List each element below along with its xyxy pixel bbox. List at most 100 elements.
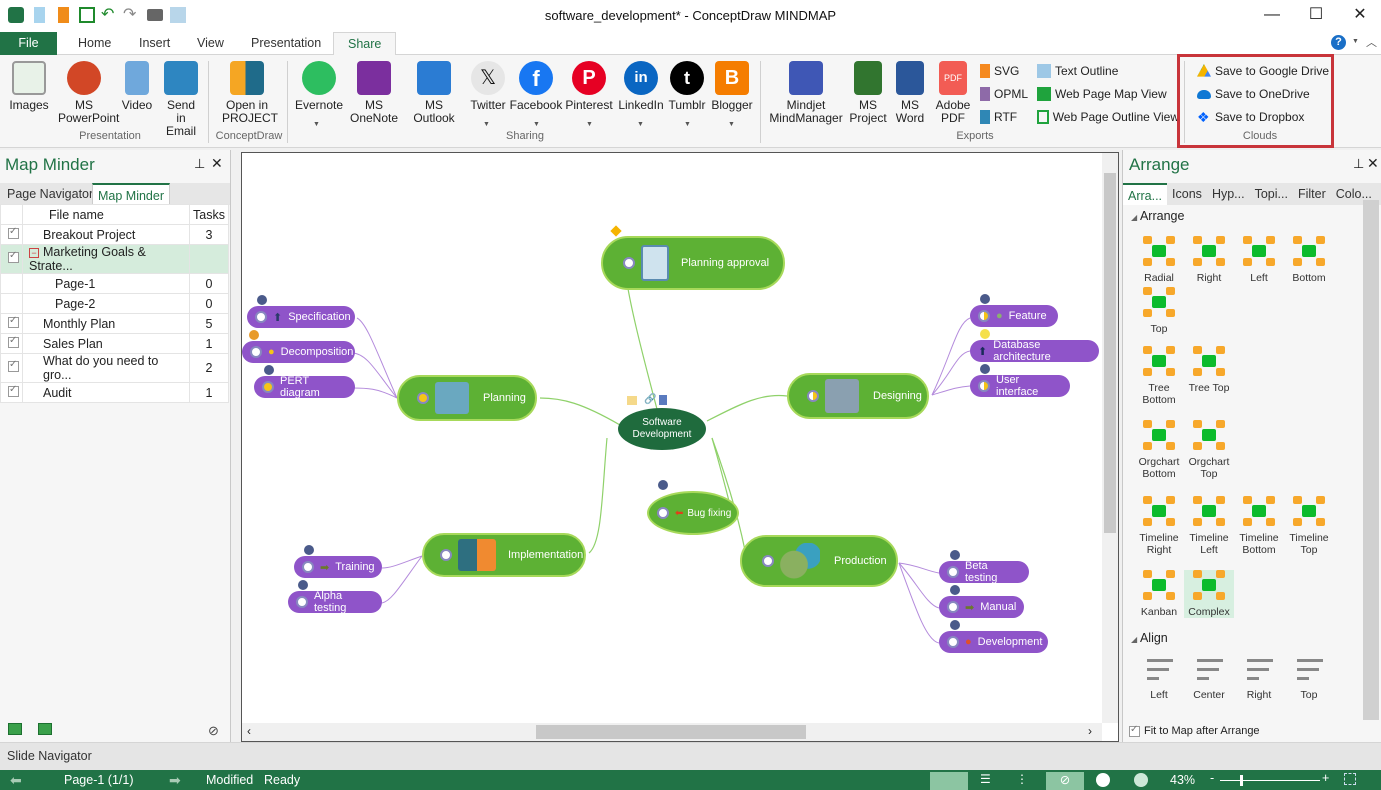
dropdown-icon[interactable]: ▼ [684,121,691,128]
pin-icon[interactable]: ⊥ [194,156,205,172]
fit-to-map-checkbox[interactable]: Fit to Map after Arrange [1129,724,1260,737]
arrange-tree-top[interactable]: Tree Top [1184,346,1234,394]
collapse-ribbon-icon[interactable]: ︿ [1366,34,1377,50]
hide-view-button[interactable]: ⊘ [1046,772,1084,790]
scroll-thumb[interactable] [1104,173,1116,533]
topic-bug-fixing[interactable]: ⬅ Bug fixing [647,491,739,535]
dropdown-icon[interactable]: ▼ [313,121,320,128]
pinterest-button[interactable]: P Pinterest [564,61,614,112]
mindmap-canvas[interactable]: Software Development 🔗 Planning approval… [241,152,1119,742]
arrange-kanban[interactable]: Kanban [1134,570,1184,618]
theme-icon[interactable] [1134,773,1148,787]
hide-icon[interactable]: ⊘ [208,723,219,739]
arrange-radial[interactable]: Radial [1134,236,1184,284]
tab-home[interactable]: Home [64,32,125,55]
scroll-thumb[interactable] [536,725,806,739]
subtopic-decomposition[interactable]: ● Decomposition [242,341,355,363]
subtopic-training[interactable]: ➡ Training [294,556,382,578]
tab-hyperlinks[interactable]: Hyp... [1207,183,1250,205]
row-checkbox[interactable] [8,315,19,328]
facebook-button[interactable]: f Facebook [509,61,563,112]
outlook-button[interactable]: MS Outlook [406,61,462,125]
powerpoint-button[interactable]: MS PowerPoint [52,61,119,125]
text-outline-button[interactable]: Text Outline [1037,61,1118,81]
zoom-out-button[interactable]: - [1210,771,1214,785]
table-row[interactable]: Sales Plan 1 [0,333,229,354]
table-row[interactable]: Page-2 0 [0,293,229,314]
tab-share[interactable]: Share [333,32,397,56]
subtopic-specification[interactable]: ⬆ Specification [247,306,355,328]
adobe-pdf-button[interactable]: PDF Adobe PDF [932,61,974,125]
horizontal-scrollbar[interactable]: ‹ › [242,723,1102,741]
table-row[interactable]: Breakout Project 3 [0,224,229,245]
svg-button[interactable]: SVG [980,61,1019,81]
web-outline-button[interactable]: Web Page Outline View [1037,107,1179,127]
collapse-icon[interactable]: − [29,248,39,258]
arrange-orgchart-bottom[interactable]: Orgchart Bottom [1134,420,1184,480]
tab-icons[interactable]: Icons [1167,183,1207,205]
arrange-top[interactable]: Top [1134,287,1184,335]
arrange-right[interactable]: Right [1184,236,1234,284]
remove-map-icon[interactable] [38,723,52,735]
tumblr-button[interactable]: t Tumblr [667,61,707,112]
row-checkbox[interactable] [8,250,19,263]
outline-view-icon[interactable]: ☰ [980,772,991,786]
vertical-scrollbar[interactable] [1102,153,1118,723]
topic-planning[interactable]: Planning [397,375,537,421]
align-center[interactable]: Center [1184,655,1234,701]
tab-arrange[interactable]: Arra... [1123,183,1168,205]
zoom-slider-thumb[interactable] [1240,775,1243,786]
tab-page-navigator[interactable]: Page Navigator [2,183,98,205]
row-checkbox[interactable] [8,335,19,348]
mindmap-view-button[interactable] [930,772,968,790]
zoom-in-button[interactable]: + [1322,771,1329,785]
column-tasks[interactable]: Tasks [189,204,229,225]
send-email-button[interactable]: Send in Email [158,61,204,138]
subtopic-user-interface[interactable]: User interface [970,374,1070,398]
ms-project-button[interactable]: MS Project [848,61,888,125]
fit-zoom-icon[interactable] [1344,773,1356,785]
play-icon[interactable] [1096,773,1110,787]
close-panel-icon[interactable]: ✕ [1367,155,1379,172]
dropdown-icon[interactable]: ▼ [586,121,593,128]
twitter-button[interactable]: 𝕏 Twitter [467,61,509,112]
subtopic-alpha-testing[interactable]: Alpha testing [288,590,382,614]
arrange-orgchart-top[interactable]: Orgchart Top [1184,420,1234,480]
topic-implementation[interactable]: Implementation [422,533,586,577]
add-map-icon[interactable] [8,723,22,735]
topic-production[interactable]: Production [740,535,898,587]
arrange-timeline-top[interactable]: Timeline Top [1284,496,1334,556]
video-button[interactable]: Video [118,61,156,112]
subtopic-development[interactable]: ● Development [939,631,1048,653]
subtopic-manual[interactable]: ➡ Manual [939,596,1024,618]
prev-page-icon[interactable]: ⬅ [10,772,22,789]
linkedin-button[interactable]: in LinkedIn [616,61,666,112]
close-button[interactable]: ✕ [1340,4,1380,26]
tab-map-minder[interactable]: Map Minder [92,183,170,205]
row-checkbox[interactable] [8,384,19,397]
web-map-button[interactable]: Web Page Map View [1037,84,1167,104]
subtopic-beta-testing[interactable]: Beta testing [939,560,1029,584]
tab-filter[interactable]: Filter [1293,183,1331,205]
table-row[interactable]: What do you need to gro... 2 [0,353,229,383]
tab-topics[interactable]: Topi... [1250,183,1293,205]
dropdown-icon[interactable]: ▼ [637,121,644,128]
help-icon[interactable]: ? [1331,35,1346,50]
arrange-timeline-left[interactable]: Timeline Left [1184,496,1234,556]
section-arrange[interactable]: ◢ Arrange [1131,209,1184,223]
arrange-tree-bottom[interactable]: Tree Bottom [1134,346,1184,406]
blogger-button[interactable]: B Blogger [709,61,755,112]
maximize-button[interactable]: ☐ [1296,4,1336,26]
arrange-timeline-bottom[interactable]: Timeline Bottom [1234,496,1284,556]
arrange-bottom[interactable]: Bottom [1284,236,1334,284]
mindmanager-button[interactable]: Mindjet MindManager [764,61,848,125]
row-checkbox[interactable] [8,359,19,372]
align-left[interactable]: Left [1134,655,1184,701]
rtf-button[interactable]: RTF [980,107,1017,127]
central-topic[interactable]: Software Development [618,408,706,450]
slide-navigator[interactable]: Slide Navigator [0,742,1381,770]
dropdown-icon[interactable]: ▼ [728,121,735,128]
scroll-right-icon[interactable]: › [1088,724,1092,738]
images-button[interactable]: Images [6,61,52,112]
open-in-project-button[interactable]: Open in PROJECT [214,61,280,125]
